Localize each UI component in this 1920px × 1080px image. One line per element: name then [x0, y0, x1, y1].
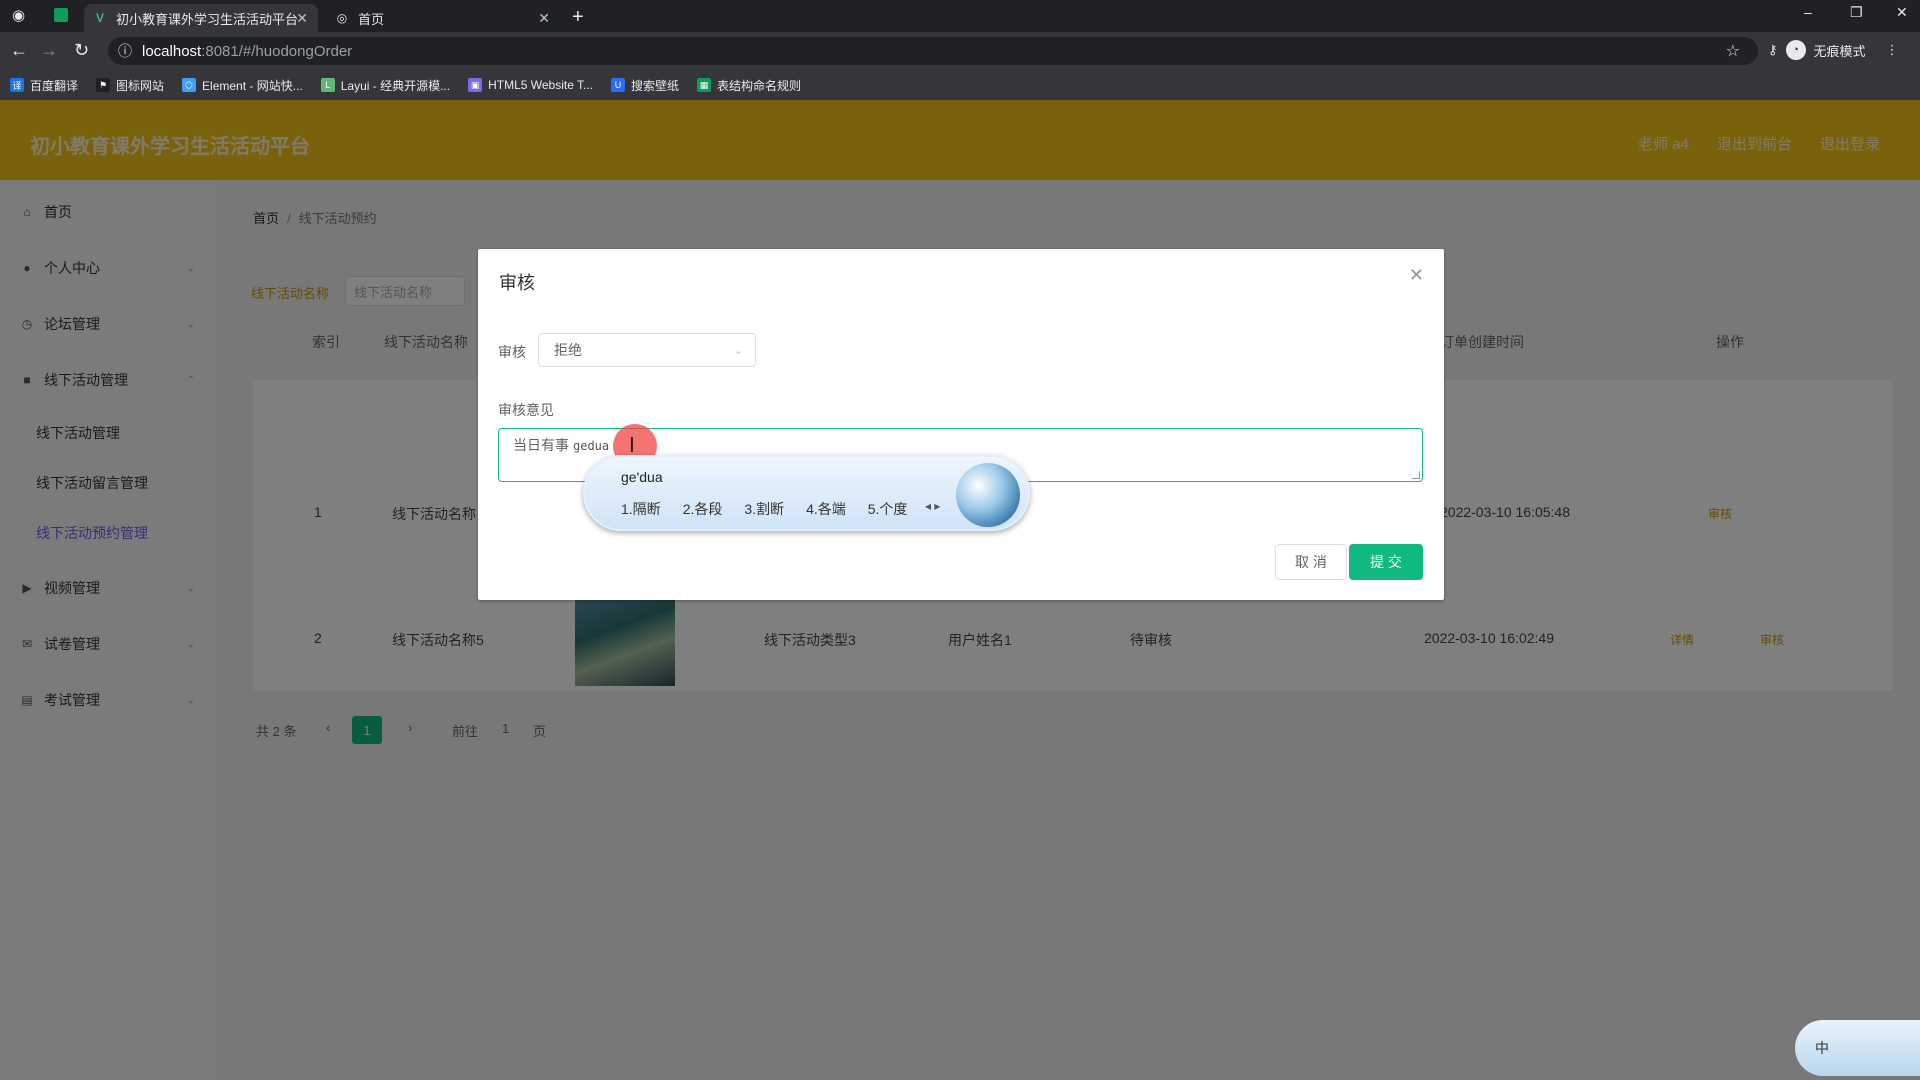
- bookmark-item[interactable]: U 搜索壁纸: [611, 77, 679, 94]
- ime-candidate[interactable]: 3.割断: [744, 499, 784, 519]
- ime-candidate[interactable]: 1.隔断: [621, 499, 661, 519]
- element-icon: ⬡: [182, 78, 197, 92]
- reload-icon[interactable]: ↻: [74, 40, 89, 61]
- back-icon[interactable]: ←: [10, 40, 28, 61]
- tab-platform[interactable]: V 初小教育课外学习生活活动平台 ✕: [84, 4, 318, 32]
- profile-label[interactable]: 无痕模式: [1814, 41, 1866, 60]
- close-tab-icon[interactable]: ✕: [538, 10, 550, 27]
- site-info-icon[interactable]: ⓘ: [118, 41, 132, 61]
- more-menu-icon[interactable]: ⋮: [1886, 42, 1899, 58]
- blurred-watermark: [1552, 935, 1812, 1015]
- opinion-text: 当日有事: [513, 437, 569, 453]
- layui-icon: L: [320, 78, 335, 92]
- close-window-button[interactable]: ✕: [1896, 4, 1908, 21]
- opinion-label: 审核意见: [498, 402, 554, 418]
- dialog-title: 审核: [499, 273, 535, 293]
- restore-button[interactable]: ❐: [1850, 4, 1863, 21]
- bookmark-item[interactable]: ⬡ Element - 网站快...: [182, 77, 303, 94]
- review-select-value: 拒绝: [554, 342, 582, 358]
- bookmark-item[interactable]: L Layui - 经典开源模...: [320, 77, 450, 94]
- bookmark-item[interactable]: ▣ HTML5 Website T...: [468, 78, 593, 92]
- review-label: 审核: [498, 344, 526, 360]
- sheet-tab-icon[interactable]: [54, 8, 68, 22]
- ime-candidate-window: ge'dua 1.隔断 2.各段 3.割断 4.各端 5.个度 ◂ ▸: [583, 455, 1030, 531]
- tab-label: 初小教育课外学习生活活动平台: [116, 11, 299, 27]
- close-tab-icon[interactable]: ✕: [296, 10, 308, 27]
- bookmark-item[interactable]: ⚑ 图标网站: [96, 77, 164, 94]
- translate-icon: 译: [10, 78, 24, 92]
- key-icon[interactable]: ⚷: [1768, 42, 1778, 58]
- new-tab-button[interactable]: +: [572, 6, 584, 29]
- ime-orb-icon: [956, 463, 1020, 527]
- review-select[interactable]: 拒绝 ⌄: [538, 333, 756, 367]
- ime-candidate[interactable]: 2.各段: [683, 499, 723, 519]
- review-dialog: 审核 ✕ 审核 拒绝 ⌄ 审核意见 当日有事 gedua 取 消 提 交: [478, 249, 1444, 600]
- forward-icon[interactable]: →: [40, 40, 58, 61]
- bookmarks-bar: 译百度翻译 ⚑ 图标网站 ⬡ Element - 网站快... L Layui - 经…: [0, 70, 1920, 100]
- ime-page-arrows-icon[interactable]: ◂ ▸: [925, 499, 940, 513]
- minimize-button[interactable]: –: [1804, 4, 1812, 20]
- vue-icon: V: [95, 11, 104, 25]
- ime-candidate[interactable]: 4.各端: [806, 499, 846, 519]
- browser-menu-icon[interactable]: ◉: [12, 6, 25, 24]
- close-icon[interactable]: ✕: [1409, 265, 1424, 286]
- submit-button[interactable]: 提 交: [1349, 544, 1423, 580]
- resize-handle[interactable]: [1412, 471, 1420, 479]
- html5-icon: ▣: [468, 78, 483, 92]
- ime-candidates: 1.隔断 2.各段 3.割断 4.各端 5.个度: [621, 499, 907, 519]
- bookmark-star-icon[interactable]: ☆: [1726, 41, 1740, 61]
- wallpaper-icon: U: [611, 78, 626, 92]
- bookmark-item[interactable]: ▦ 表结构命名规则: [697, 77, 801, 94]
- flag-icon: ⚑: [96, 78, 111, 92]
- cancel-button[interactable]: 取 消: [1275, 544, 1347, 580]
- composition-text: gedua: [573, 439, 610, 453]
- text-cursor-icon: I: [629, 433, 635, 457]
- url-text: localhost:8081/#/huodongOrder: [142, 42, 353, 60]
- browser-toolbar: ← → ↻ ⓘ localhost:8081/#/huodongOrder ☆ …: [0, 32, 1920, 70]
- toolbar-right: ⚷ ◔ 无痕模式 ⋮: [1768, 40, 1899, 60]
- ime-mode-label: 中: [1815, 1040, 1829, 1056]
- tab-label: 首页: [358, 11, 385, 27]
- bookmark-item[interactable]: 译百度翻译: [10, 77, 78, 94]
- ime-candidate[interactable]: 5.个度: [868, 499, 908, 519]
- sheet-icon: ▦: [697, 78, 712, 92]
- address-bar[interactable]: ⓘ localhost:8081/#/huodongOrder ☆: [108, 37, 1758, 65]
- globe-icon: ◎: [336, 11, 348, 25]
- ime-composition: ge'dua: [621, 469, 663, 485]
- chevron-down-icon: ⌄: [733, 344, 743, 357]
- incognito-icon[interactable]: ◔: [1785, 40, 1806, 60]
- browser-tabbar: ◉ V 初小教育课外学习生活活动平台 ✕ ◎ 首页 ✕ + – ❐ ✕: [0, 0, 1920, 32]
- ime-status-widget[interactable]: 中: [1795, 1020, 1920, 1076]
- tab-home[interactable]: ◎ 首页 ✕: [330, 4, 560, 32]
